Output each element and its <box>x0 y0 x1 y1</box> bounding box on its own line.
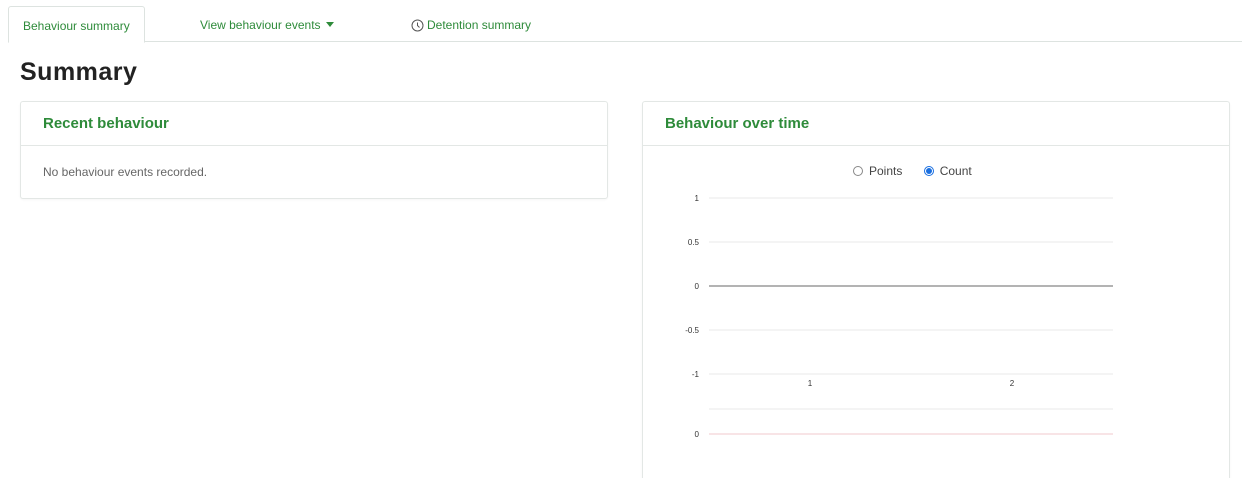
y-tick-label: 1 <box>695 194 700 203</box>
radio-points-label: Points <box>869 164 903 178</box>
y-tick-label: -1 <box>692 370 700 379</box>
lower-tick-label: 0 <box>695 430 700 439</box>
recent-behaviour-card: Recent behaviour No behaviour events rec… <box>20 101 608 199</box>
x-tick-label: 2 <box>1010 379 1015 388</box>
radio-count-circle[interactable] <box>923 166 934 176</box>
radio-count[interactable]: Count <box>923 164 972 178</box>
recent-behaviour-empty-message: No behaviour events recorded. <box>43 165 208 179</box>
clock-icon <box>411 9 424 47</box>
radio-count-label: Count <box>939 164 972 178</box>
tab-bar: Behaviour summary View behaviour events … <box>8 6 1242 43</box>
page-title: Summary <box>20 58 138 86</box>
tab-detention-summary-label: Detention summary <box>427 18 532 32</box>
chart-view-toggle: Points Count <box>853 164 990 179</box>
behaviour-chart: 1 0.5 0 -0.5 -1 1 2 0 <box>685 194 1113 439</box>
tab-behaviour-summary[interactable]: Behaviour summary <box>8 6 145 43</box>
behaviour-over-time-title: Behaviour over time <box>643 102 1229 146</box>
tab-behaviour-summary-label: Behaviour summary <box>23 19 130 33</box>
recent-behaviour-title: Recent behaviour <box>21 102 607 146</box>
x-tick-label: 1 <box>808 379 813 388</box>
y-tick-label: -0.5 <box>685 326 699 335</box>
y-tick-label: 0.5 <box>688 238 700 247</box>
tab-view-behaviour-events[interactable]: View behaviour events <box>200 6 334 43</box>
tab-detention-summary[interactable]: Detention summary <box>411 6 531 43</box>
radio-points-circle[interactable] <box>853 166 863 176</box>
tab-view-behaviour-events-label: View behaviour events <box>200 18 321 32</box>
caret-down-icon <box>325 22 334 27</box>
radio-points[interactable]: Points <box>853 164 902 178</box>
y-tick-label: 0 <box>695 282 700 291</box>
behaviour-over-time-card: Behaviour over time Points Count 1 0.5 0 -0… <box>642 101 1230 478</box>
